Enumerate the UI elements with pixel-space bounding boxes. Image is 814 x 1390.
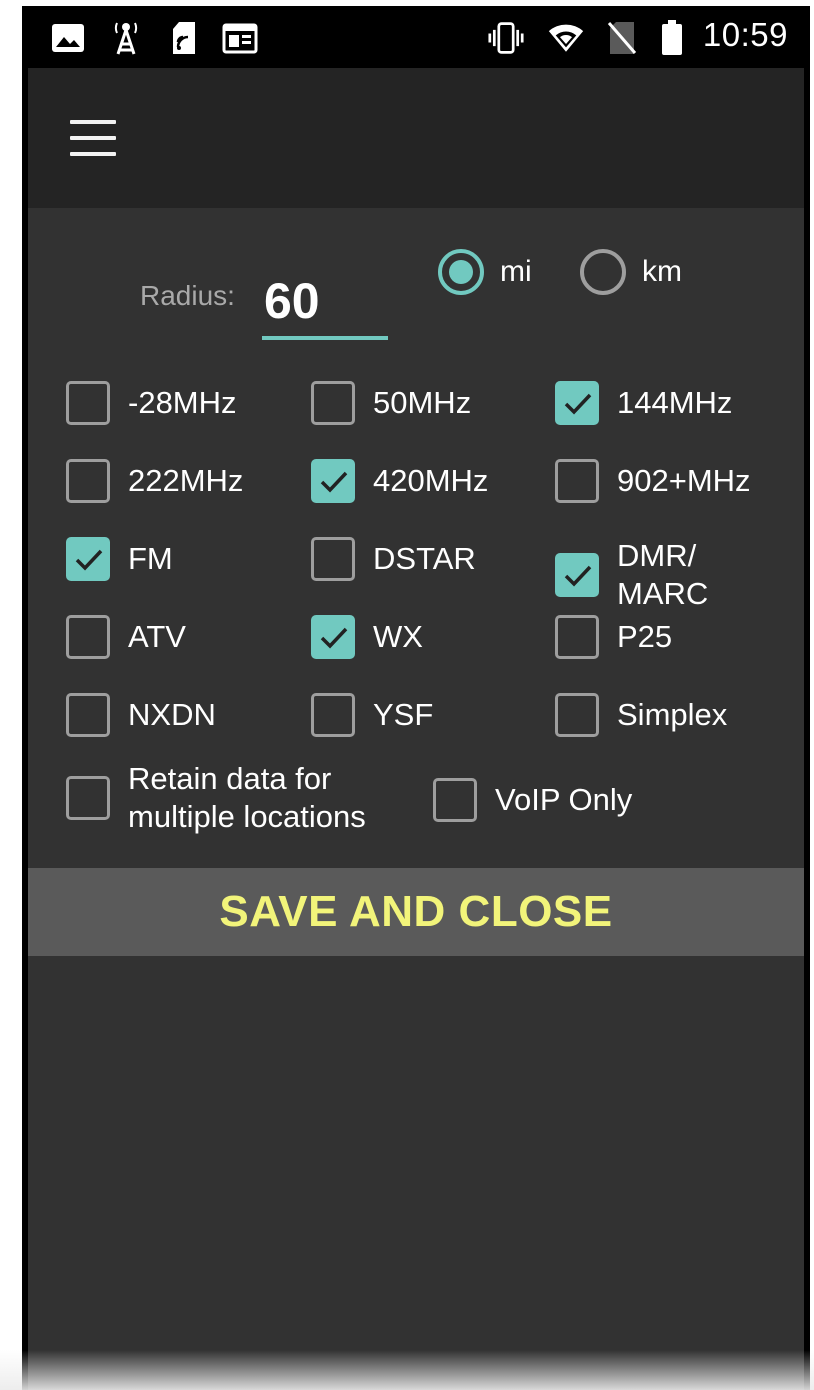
radius-input[interactable]: 60	[262, 260, 388, 340]
filter-label: FM	[128, 541, 173, 576]
battery-icon	[654, 20, 690, 56]
filter-checkbox-dstar[interactable]: DSTAR	[311, 537, 476, 581]
checkbox-unchecked-icon	[555, 615, 599, 659]
checkbox-unchecked-icon	[66, 459, 110, 503]
unit-radio-mi[interactable]: mi	[438, 246, 532, 298]
filter-label: WX	[373, 619, 423, 654]
hamburger-menu-icon[interactable]	[68, 118, 120, 158]
filter-checkbox-wx[interactable]: WX	[311, 615, 423, 659]
checkbox-checked-icon	[311, 615, 355, 659]
checkbox-unchecked-icon	[66, 615, 110, 659]
checkbox-checked-icon	[555, 381, 599, 425]
sim-nfc-icon	[166, 20, 202, 56]
filter-label: DSTAR	[373, 541, 476, 576]
radio-unselected-icon	[580, 249, 626, 295]
filter-label: ATV	[128, 619, 186, 654]
voip-only-label: VoIP Only	[495, 782, 633, 817]
filter-label: 902+MHz	[617, 463, 751, 498]
checkbox-checked-icon	[66, 537, 110, 581]
retain-data-label-line1: Retain data for	[128, 761, 332, 796]
checkbox-unchecked-icon	[555, 459, 599, 503]
filter-label: 222MHz	[128, 463, 244, 498]
filter-checkbox-nxdn[interactable]: NXDN	[66, 693, 216, 737]
filter-checkbox-420mhz[interactable]: 420MHz	[311, 459, 488, 503]
checkbox-checked-icon	[555, 553, 599, 597]
radius-label: Radius:	[140, 280, 235, 311]
no-sim-icon	[604, 20, 640, 56]
filter-checkbox-ysf[interactable]: YSF	[311, 693, 433, 737]
phone-screen: 10:59 Radius: 60 mi km -28MHz 50MHz 144M…	[22, 6, 810, 1390]
checkbox-unchecked-icon	[66, 381, 110, 425]
filter-checkbox-simplex[interactable]: Simplex	[555, 693, 727, 737]
checkbox-checked-icon	[311, 459, 355, 503]
unit-label-mi: mi	[500, 255, 532, 288]
radius-value: 60	[264, 273, 320, 329]
filter-checkbox-50mhz[interactable]: 50MHz	[311, 381, 471, 425]
filter-label: NXDN	[128, 697, 216, 732]
filter-checkbox-144mhz[interactable]: 144MHz	[555, 381, 732, 425]
save-and-close-label: SAVE AND CLOSE	[219, 887, 613, 936]
unit-radio-km[interactable]: km	[580, 246, 682, 298]
calendar-icon	[222, 20, 258, 56]
filter-checkbox-dmr-marc[interactable]: DMR/ MARC	[555, 537, 737, 613]
filter-label: YSF	[373, 697, 434, 732]
filter-label: 50MHz	[373, 385, 472, 420]
checkbox-unchecked-icon	[66, 693, 110, 737]
checkbox-unchecked-icon	[311, 537, 355, 581]
retain-data-checkbox[interactable]: Retain data for multiple locations	[66, 760, 366, 836]
filter-label: DMR/ MARC	[617, 538, 709, 611]
filter-label: Simplex	[617, 697, 728, 732]
image-icon	[50, 20, 86, 56]
filter-label: 144MHz	[617, 385, 733, 420]
retain-data-label: Retain data for multiple locations	[128, 760, 366, 836]
wifi-icon	[548, 20, 584, 56]
checkbox-unchecked-icon	[66, 776, 110, 820]
radio-selected-icon	[438, 249, 484, 295]
filter-checkbox-atv[interactable]: ATV	[66, 615, 186, 659]
filter-checkbox-222mhz[interactable]: 222MHz	[66, 459, 243, 503]
filter-checkbox-fm[interactable]: FM	[66, 537, 173, 581]
checkbox-unchecked-icon	[433, 778, 477, 822]
app-toolbar	[28, 68, 804, 208]
clock-time: 10:59	[702, 16, 788, 53]
voip-only-checkbox[interactable]: VoIP Only	[433, 778, 632, 822]
checkbox-unchecked-icon	[311, 693, 355, 737]
status-bar: 10:59	[22, 6, 810, 68]
filter-panel: Radius: 60 mi km -28MHz 50MHz 144MHz 222…	[28, 208, 804, 1390]
filter-label: 420MHz	[373, 463, 489, 498]
filter-label: P25	[617, 619, 673, 654]
filter-label: -28MHz	[128, 385, 237, 420]
checkbox-unchecked-icon	[311, 381, 355, 425]
vibrate-icon	[488, 20, 524, 56]
filter-checkbox-28mhz[interactable]: -28MHz	[66, 381, 237, 425]
retain-data-label-line2: multiple locations	[128, 799, 366, 834]
filter-checkbox-p25[interactable]: P25	[555, 615, 672, 659]
save-and-close-button[interactable]: SAVE AND CLOSE	[28, 868, 804, 956]
unit-label-km: km	[642, 255, 682, 288]
filter-checkbox-902mhz[interactable]: 902+MHz	[555, 459, 751, 503]
antenna-tower-icon	[108, 20, 144, 56]
checkbox-unchecked-icon	[555, 693, 599, 737]
